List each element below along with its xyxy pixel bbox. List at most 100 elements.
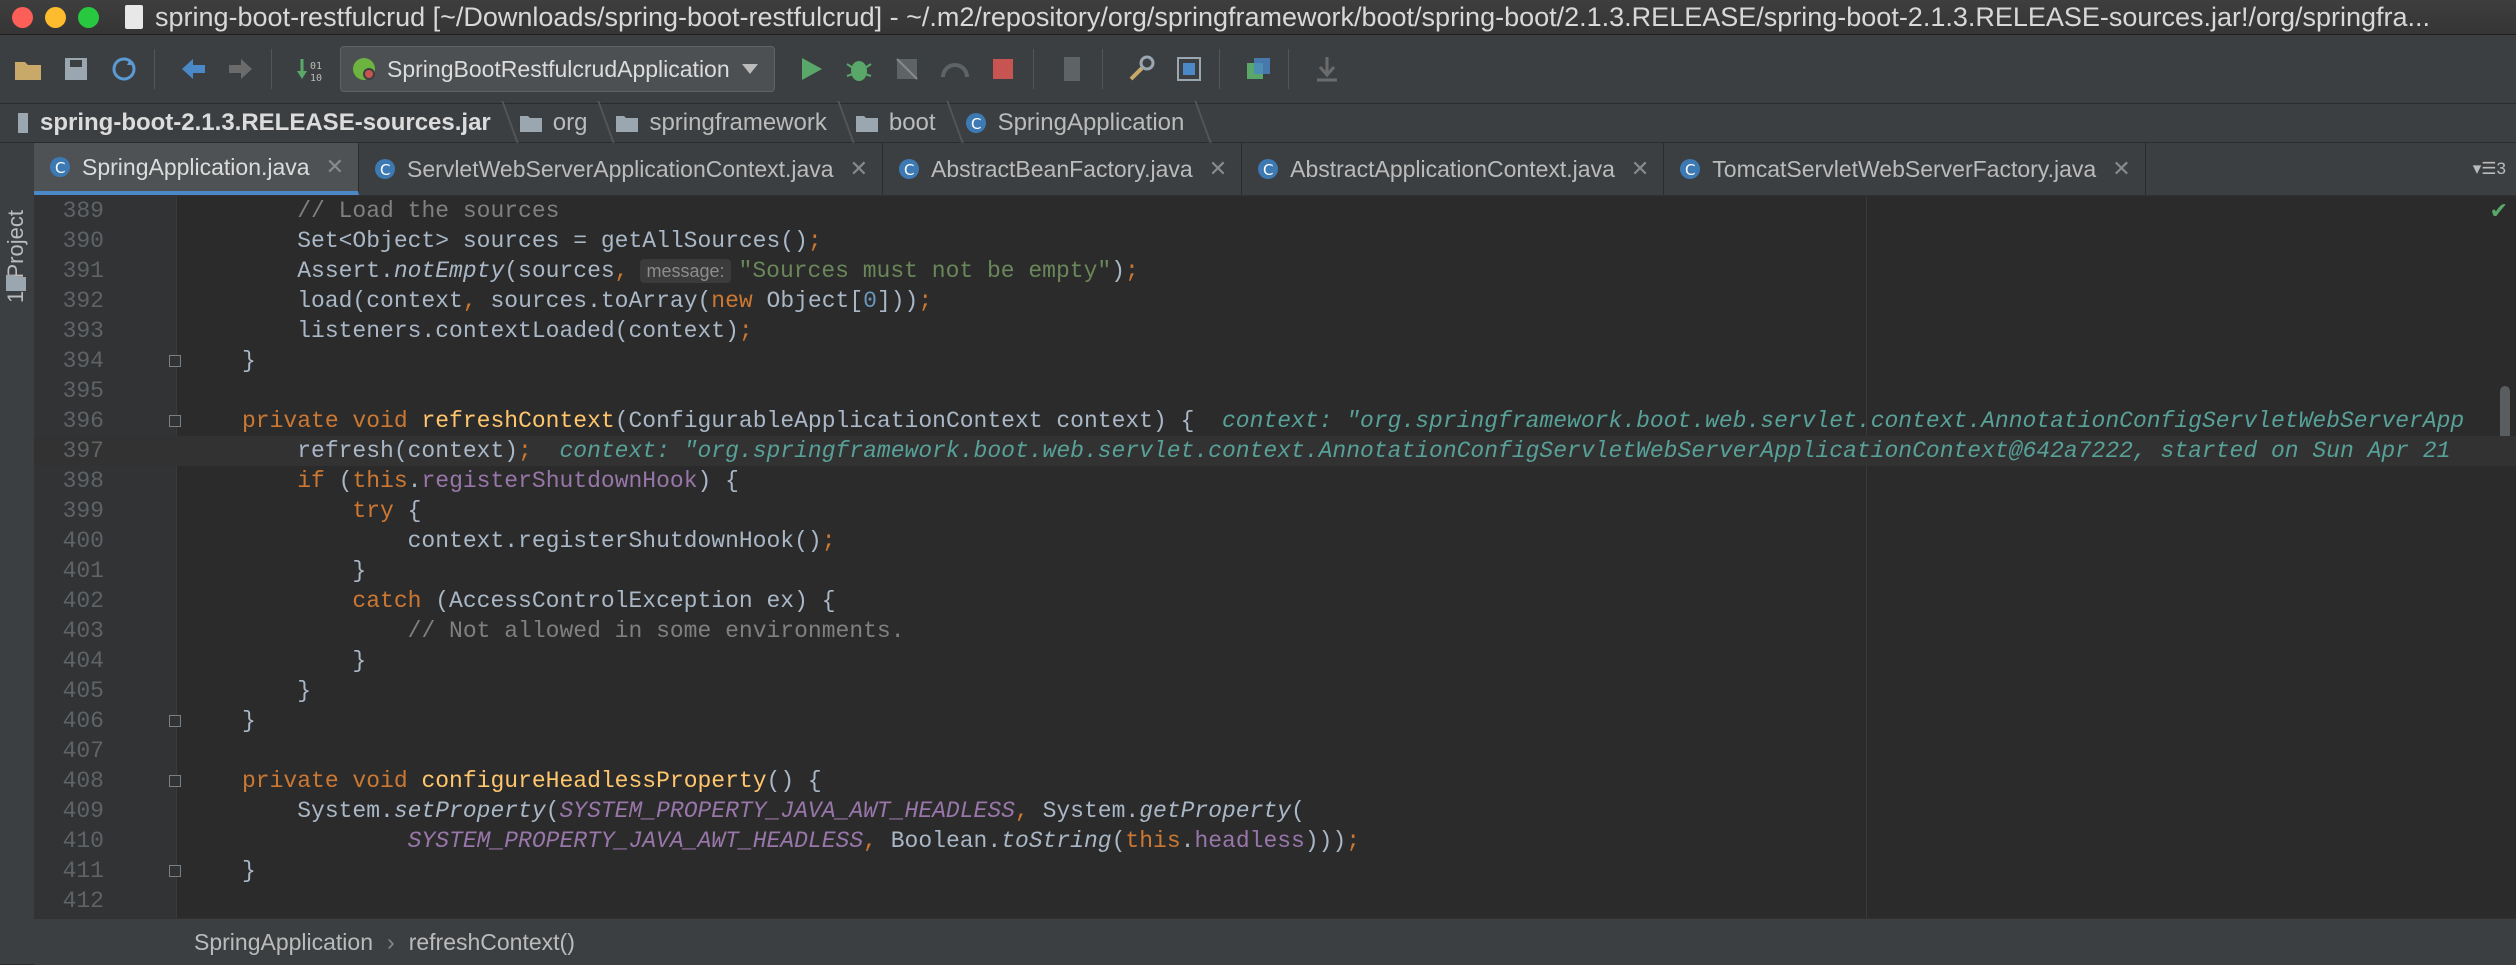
- fold-marker[interactable]: [169, 355, 181, 367]
- tab-springapplication[interactable]: C SpringApplication.java ✕: [34, 143, 360, 195]
- spring-boot-icon: [353, 58, 375, 80]
- document-icon: [125, 5, 143, 29]
- run-icon[interactable]: [791, 49, 831, 89]
- breadcrumb-org[interactable]: org: [505, 101, 616, 143]
- code-line: 395: [62, 378, 104, 404]
- svg-text:C: C: [1263, 161, 1273, 179]
- breadcrumb-boot[interactable]: boot: [841, 101, 964, 143]
- tab-servletwebserverapplicationcontext[interactable]: C ServletWebServerApplicationContext.jav…: [359, 143, 884, 195]
- run-configuration-select[interactable]: SpringBootRestfulcrudApplication: [340, 46, 775, 92]
- code-editor[interactable]: ✔ 389 // Load the sources 390 Set<Object…: [34, 196, 2516, 918]
- code-line: 392 load(context, sources.toArray(new Ob…: [62, 288, 933, 314]
- profiler-icon[interactable]: [935, 49, 975, 89]
- code-line: 390 Set<Object> sources = getAllSources(…: [62, 228, 822, 254]
- toolbar-separator: [271, 49, 272, 89]
- status-class[interactable]: SpringApplication: [34, 929, 373, 956]
- code-line: 406}: [62, 708, 256, 734]
- code-line: 400 context.registerShutdownHook();: [62, 528, 836, 554]
- toolbar-separator: [1101, 49, 1103, 89]
- editor-tabs: C SpringApplication.java ✕ C ServletWebS…: [34, 143, 2516, 196]
- stop-icon[interactable]: [983, 49, 1023, 89]
- save-icon[interactable]: [56, 49, 96, 89]
- download-icon[interactable]: [1307, 49, 1347, 89]
- toolbar-separator: [1218, 49, 1220, 89]
- close-window-button[interactable]: [12, 6, 33, 28]
- code-line: 408 private void configureHeadlessPropert…: [62, 768, 822, 794]
- breadcrumb-label: boot: [888, 109, 936, 136]
- fold-marker[interactable]: [169, 865, 181, 877]
- close-icon[interactable]: ✕: [850, 156, 868, 182]
- jar-icon: [18, 113, 28, 133]
- breadcrumb-springapplication[interactable]: C SpringApplication: [950, 101, 1213, 143]
- svg-text:C: C: [1685, 161, 1695, 179]
- close-icon[interactable]: ✕: [326, 154, 344, 180]
- settings-tools-icon[interactable]: [1121, 49, 1161, 89]
- chevron-right-icon: ›: [387, 928, 395, 955]
- breadcrumb-jar[interactable]: spring-boot-2.1.3.RELEASE-sources.jar: [0, 101, 519, 143]
- code-line: 407: [62, 738, 104, 764]
- zoom-window-button[interactable]: [78, 6, 99, 28]
- navigation-breadcrumb: spring-boot-2.1.3.RELEASE-sources.jar or…: [0, 101, 2516, 143]
- breadcrumb-label: SpringApplication: [997, 109, 1185, 136]
- code-line: 389 // Load the sources: [62, 198, 560, 224]
- folder-icon: [6, 275, 26, 291]
- fold-marker[interactable]: [169, 715, 181, 727]
- chevron-down-icon: [741, 64, 758, 74]
- debug-icon[interactable]: [839, 49, 879, 89]
- left-tool-strip: 1: Project: [0, 143, 35, 964]
- code-line: 394}: [62, 348, 256, 374]
- breadcrumb-label: org: [552, 109, 588, 136]
- fold-marker[interactable]: [169, 775, 181, 787]
- code-line: 404 }: [62, 648, 367, 674]
- code-line: 399 try {: [62, 498, 422, 524]
- close-icon[interactable]: ✕: [1209, 156, 1227, 182]
- class-icon: C: [965, 113, 986, 133]
- code-line: 410 SYSTEM_PROPERTY_JAVA_AWT_HEADLESS, B…: [62, 828, 1361, 854]
- tab-abstractbeanfactory[interactable]: C AbstractBeanFactory.java ✕: [883, 143, 1243, 195]
- close-icon[interactable]: ✕: [1631, 156, 1649, 182]
- build-icon[interactable]: 01 10: [290, 49, 330, 89]
- tab-abstractapplicationcontext[interactable]: C AbstractApplicationContext.java ✕: [1242, 143, 1665, 195]
- tab-overflow-menu[interactable]: ▾☰ 3: [2473, 143, 2506, 195]
- svg-text:C: C: [971, 115, 981, 133]
- title-bar: spring-boot-restfulcrud [~/Downloads/spr…: [0, 0, 2516, 35]
- sync-icon[interactable]: [104, 49, 144, 89]
- status-method[interactable]: refreshContext(): [409, 929, 575, 956]
- open-folder-icon[interactable]: [8, 49, 48, 89]
- class-icon: C: [50, 157, 70, 177]
- breadcrumb-springframework[interactable]: springframework: [601, 101, 855, 143]
- code-line-current: 397 refresh(context); context: "org.spri…: [34, 436, 2516, 466]
- coverage-icon[interactable]: [887, 49, 927, 89]
- project-structure-icon[interactable]: [1169, 49, 1209, 89]
- toolbar-separator: [1032, 49, 1034, 89]
- list-icon: ▾☰: [2472, 159, 2497, 178]
- code-line: 393 listeners.contextLoaded(context);: [62, 318, 753, 344]
- sdk-icon[interactable]: [1238, 49, 1278, 89]
- svg-text:01: 01: [310, 61, 322, 72]
- code-line: 411}: [62, 858, 256, 884]
- class-icon: C: [375, 159, 396, 179]
- back-icon[interactable]: [173, 49, 213, 89]
- debug-inline-value: context: "org.springframework.boot.web.s…: [1222, 408, 2465, 434]
- abstract-class-icon: C: [899, 159, 920, 179]
- code-line: 412: [62, 888, 104, 914]
- code-line: 409 System.setProperty(SYSTEM_PROPERTY_J…: [62, 798, 1305, 824]
- fold-marker[interactable]: [169, 415, 181, 427]
- tab-label: AbstractApplicationContext.java: [1290, 155, 1615, 182]
- run-configuration-label: SpringBootRestfulcrudApplication: [387, 55, 730, 82]
- toolbar-separator: [1287, 49, 1289, 89]
- attach-debugger-icon[interactable]: [1052, 49, 1092, 89]
- class-icon: C: [1680, 159, 1701, 179]
- svg-text:10: 10: [310, 73, 322, 83]
- svg-text:C: C: [380, 161, 390, 179]
- tab-label: AbstractBeanFactory.java: [931, 155, 1193, 182]
- breadcrumb-label: spring-boot-2.1.3.RELEASE-sources.jar: [40, 109, 491, 136]
- window-title: spring-boot-restfulcrud [~/Downloads/spr…: [155, 1, 2431, 32]
- code-line: 398 if (this.registerShutdownHook) {: [62, 468, 739, 494]
- close-icon[interactable]: ✕: [2112, 156, 2130, 182]
- tab-tomcatservletwebserverfactory[interactable]: C TomcatServletWebServerFactory.java ✕: [1664, 143, 2146, 195]
- forward-icon[interactable]: [221, 49, 261, 89]
- parameter-hint: message:: [640, 259, 731, 283]
- minimize-window-button[interactable]: [45, 6, 66, 28]
- debug-inline-value: context: "org.springframework.boot.web.s…: [559, 438, 2451, 464]
